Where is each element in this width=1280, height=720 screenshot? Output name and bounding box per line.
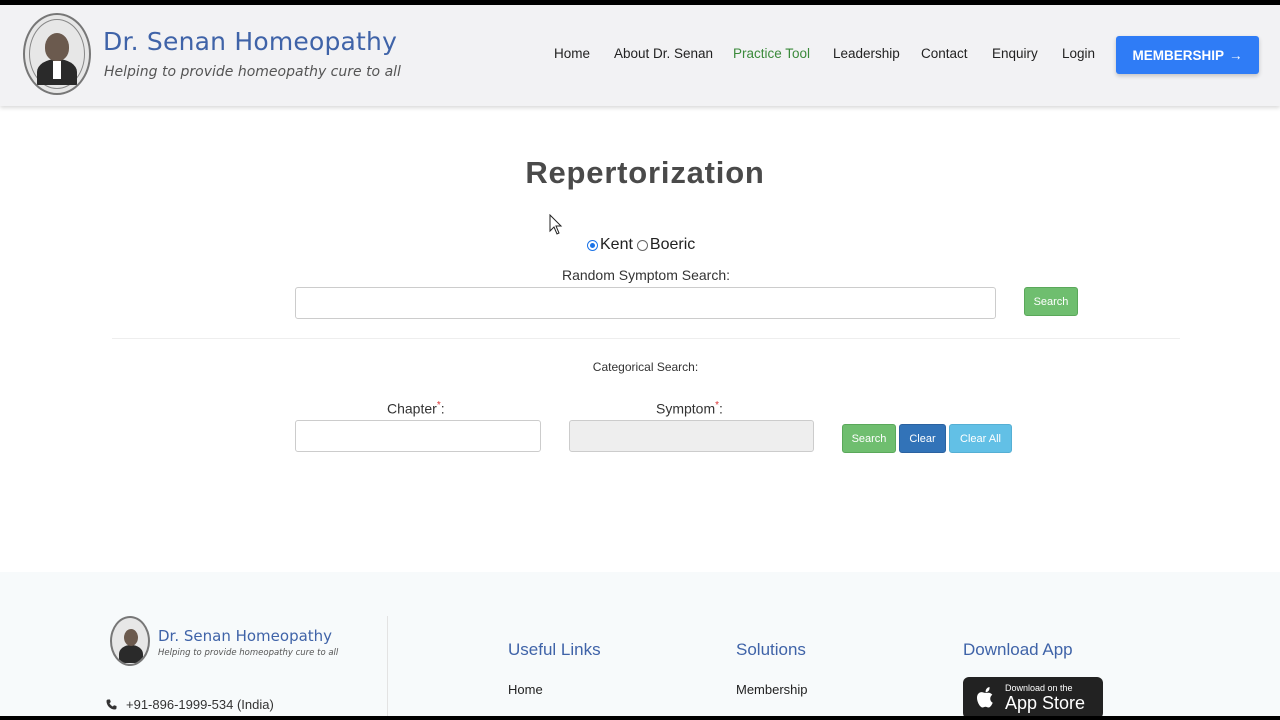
appstore-big-text: App Store xyxy=(1005,693,1086,713)
footer-divider xyxy=(387,616,388,716)
footer-brand-tagline: Helping to provide homeopathy cure to al… xyxy=(158,648,339,658)
footer-link-membership[interactable]: Membership xyxy=(736,682,808,697)
symptom-label-colon: : xyxy=(719,400,723,417)
footer-logo-seal-icon[interactable] xyxy=(110,616,150,666)
nav-enquiry[interactable]: Enquiry xyxy=(992,46,1038,61)
nav-contact[interactable]: Contact xyxy=(921,46,968,61)
chapter-label-colon: : xyxy=(440,400,445,417)
symptom-label: Symptom*: xyxy=(656,400,723,417)
brand-title[interactable]: Dr. Senan Homeopathy xyxy=(103,27,397,56)
nav-login[interactable]: Login xyxy=(1062,46,1095,61)
random-symptom-search-label: Random Symptom Search: xyxy=(561,267,731,283)
clear-button[interactable]: Clear xyxy=(899,424,946,453)
nav-practice-tool[interactable]: Practice Tool xyxy=(733,46,810,61)
repertory-radio-group: Kent Boeric xyxy=(587,236,697,254)
symptom-select[interactable] xyxy=(569,420,814,452)
categorical-search-button[interactable]: Search xyxy=(842,424,896,453)
chapter-label-text: Chapter xyxy=(387,400,437,417)
apple-icon xyxy=(977,687,993,708)
brand-tagline: Helping to provide homeopathy cure to al… xyxy=(104,64,401,80)
footer-link-home[interactable]: Home xyxy=(508,682,543,697)
radio-kent[interactable] xyxy=(587,239,598,251)
section-divider xyxy=(112,338,1180,339)
phone-icon xyxy=(106,699,117,710)
radio-boeric[interactable] xyxy=(636,239,648,251)
footer-brand-title[interactable]: Dr. Senan Homeopathy xyxy=(158,627,332,645)
useful-links-heading: Useful Links xyxy=(508,640,601,659)
nav-about[interactable]: About Dr. Senan xyxy=(614,46,713,61)
app-store-badge[interactable]: Download on the App Store xyxy=(963,677,1103,716)
mouse-cursor-icon xyxy=(549,214,563,235)
membership-button-label: MEMBERSHIP xyxy=(1132,47,1224,63)
clear-all-button[interactable]: Clear All xyxy=(949,424,1012,453)
page-title: Repertorization xyxy=(525,155,765,190)
page: Dr. Senan Homeopathy Helping to provide … xyxy=(0,5,1280,716)
chapter-label: Chapter*: xyxy=(387,400,445,417)
appstore-small-text: Download on the xyxy=(1005,683,1073,693)
radio-kent-label[interactable]: Kent xyxy=(600,236,633,254)
chapter-select[interactable] xyxy=(295,420,541,452)
footer-phone-text[interactable]: +91-896-1999-534 (India) xyxy=(126,697,274,712)
download-app-heading: Download App xyxy=(963,640,1073,659)
nav-leadership[interactable]: Leadership xyxy=(833,46,900,61)
site-header: Dr. Senan Homeopathy Helping to provide … xyxy=(0,5,1280,106)
solutions-heading: Solutions xyxy=(736,640,806,659)
random-search-button[interactable]: Search xyxy=(1024,287,1078,316)
site-footer: Dr. Senan Homeopathy Helping to provide … xyxy=(0,572,1280,716)
categorical-search-label: Categorical Search: xyxy=(592,360,699,374)
symptom-label-text: Symptom xyxy=(656,400,716,417)
radio-boeric-label[interactable]: Boeric xyxy=(650,236,695,254)
nav-home[interactable]: Home xyxy=(554,46,590,61)
random-symptom-search-input[interactable] xyxy=(295,287,996,319)
arrow-right-icon: → xyxy=(1229,47,1243,63)
logo-seal-icon[interactable] xyxy=(23,13,91,95)
membership-button[interactable]: MEMBERSHIP → xyxy=(1116,36,1259,74)
footer-phone: +91-896-1999-534 (India) xyxy=(106,697,274,712)
